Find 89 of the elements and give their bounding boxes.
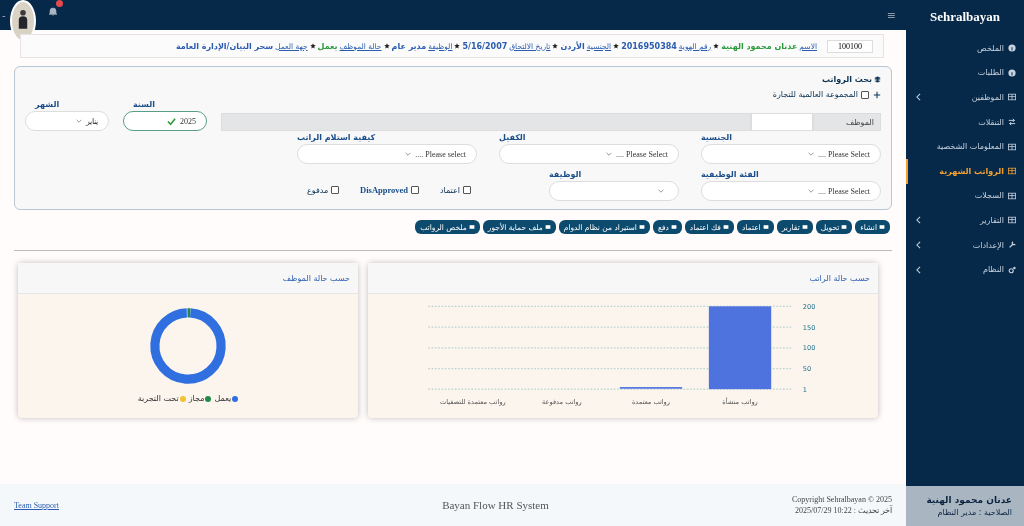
info-value: يعمل [317, 41, 338, 51]
star-icon [713, 43, 720, 49]
card-icon [801, 224, 808, 230]
employee-code-field[interactable]: 100100 [827, 39, 873, 53]
field-label: السنة [132, 100, 156, 109]
notification-badge [55, 0, 63, 7]
legend-label: يعمل [214, 394, 232, 403]
user-role: الصلاحية : مدير النظام [937, 508, 1012, 517]
caret-icon [658, 189, 664, 193]
info-value: الأردن [560, 41, 585, 51]
filter-checkbox[interactable]: DisApproved [360, 185, 420, 195]
caret-icon [808, 189, 814, 193]
sidebar-item[interactable]: السجلات [906, 183, 1024, 209]
caret-icon [606, 152, 612, 156]
sidebar-item[interactable]: الرواتب الشهرية [906, 158, 1024, 184]
legend-label: تحت التجربة [137, 394, 179, 403]
filter-checkbox[interactable]: اعتماد [439, 185, 471, 195]
brand-name: Sehralbayan [928, 8, 1002, 26]
check-icon [167, 116, 176, 126]
card-icon [841, 224, 848, 230]
info-value: مدير عام [391, 41, 427, 51]
dash-glyph[interactable]: - [2, 9, 6, 21]
card-icon [468, 224, 475, 230]
plus-icon[interactable] [873, 90, 881, 99]
caret-icon [808, 152, 814, 156]
sidebar-item[interactable]: النظام [906, 257, 1024, 282]
chart-title: حسب حالة الراتب [809, 273, 870, 283]
employee-code-input[interactable] [751, 113, 813, 131]
field-label: الفئة الوظيفية [701, 170, 760, 179]
legend-label: مجاز [188, 394, 205, 403]
panel-title: بحث الرواتب [822, 75, 872, 84]
card-icon [670, 224, 677, 230]
year-field[interactable]: 2025 [123, 111, 207, 131]
bell-icon[interactable] [47, 6, 58, 16]
chart-title: حسب حالة الموظف [282, 273, 350, 283]
sidebar-item[interactable]: المعلومات الشخصية [906, 134, 1024, 159]
card-icon [722, 224, 729, 230]
field-label: الشهر [33, 100, 61, 109]
table-icon [1008, 167, 1016, 176]
filter-checkbox[interactable]: مدفوع [307, 185, 340, 195]
info-icon [1008, 44, 1016, 53]
card-icon [762, 224, 769, 230]
card-icon [544, 224, 551, 230]
caret-icon [76, 119, 82, 123]
star-icon [613, 43, 620, 49]
card-icon [879, 224, 885, 230]
sidebar-item[interactable]: التنقلات [906, 109, 1024, 135]
gear-icon [1008, 265, 1016, 274]
wrench-icon [1008, 241, 1016, 250]
dropdown[interactable]: Please Select .... [499, 144, 679, 164]
info-value: عدنان محمود الهنية [721, 41, 798, 51]
info-value: 5/16/2007 [462, 41, 508, 51]
layers-icon [874, 76, 881, 83]
system-name: Bayan Flow HR System [442, 499, 549, 511]
info-value: 2016950384 [621, 41, 677, 51]
company-checkbox[interactable]: المجموعة العالمية للتجارة [772, 90, 869, 99]
star-icon [309, 43, 316, 49]
employee-label: الموظف [813, 113, 881, 131]
sidebar-item[interactable]: الموظفين [906, 85, 1024, 110]
month-select[interactable]: يناير [25, 111, 109, 131]
field-label: الجنسية [701, 133, 734, 142]
field-label: كيفية استلام الراتب [297, 133, 377, 142]
star-icon [454, 43, 461, 49]
dropdown[interactable]: Please Select .... [701, 181, 881, 201]
star-icon [552, 43, 559, 49]
copyright-text: Copyright Sehralbayan © 2025 [791, 495, 892, 504]
dropdown[interactable]: Please select .... [297, 144, 477, 164]
swap-icon [1008, 118, 1016, 127]
sidebar-item[interactable]: الملخص [906, 36, 1024, 61]
sidebar-item[interactable]: الطلبات [906, 60, 1024, 86]
star-icon [383, 43, 390, 49]
card-icon [638, 224, 645, 230]
field-label: الكفيل [499, 133, 527, 142]
last-updated: آخر تحديث : 10:22 2025/07/29 [795, 506, 892, 515]
avatar[interactable] [9, 0, 36, 42]
user-name: عدنان محمود الهنية [926, 495, 1012, 505]
field-label: الوظيفة [549, 170, 583, 179]
support-link[interactable]: Team Support [14, 500, 59, 510]
table-icon [1008, 191, 1016, 200]
table-icon [1008, 142, 1016, 151]
dropdown[interactable]: Please Select .... [701, 144, 881, 164]
sidebar-item[interactable]: التقارير [906, 208, 1024, 233]
info-value: سحر البيان/الإدارة العامة [175, 41, 274, 51]
table-icon [1008, 93, 1016, 102]
info-icon [1008, 68, 1016, 77]
table-icon [1008, 216, 1016, 225]
sidebar-item[interactable]: الإعدادات [906, 232, 1024, 258]
caret-icon [405, 152, 412, 156]
menu-icon[interactable]: ≡ [886, 8, 896, 22]
